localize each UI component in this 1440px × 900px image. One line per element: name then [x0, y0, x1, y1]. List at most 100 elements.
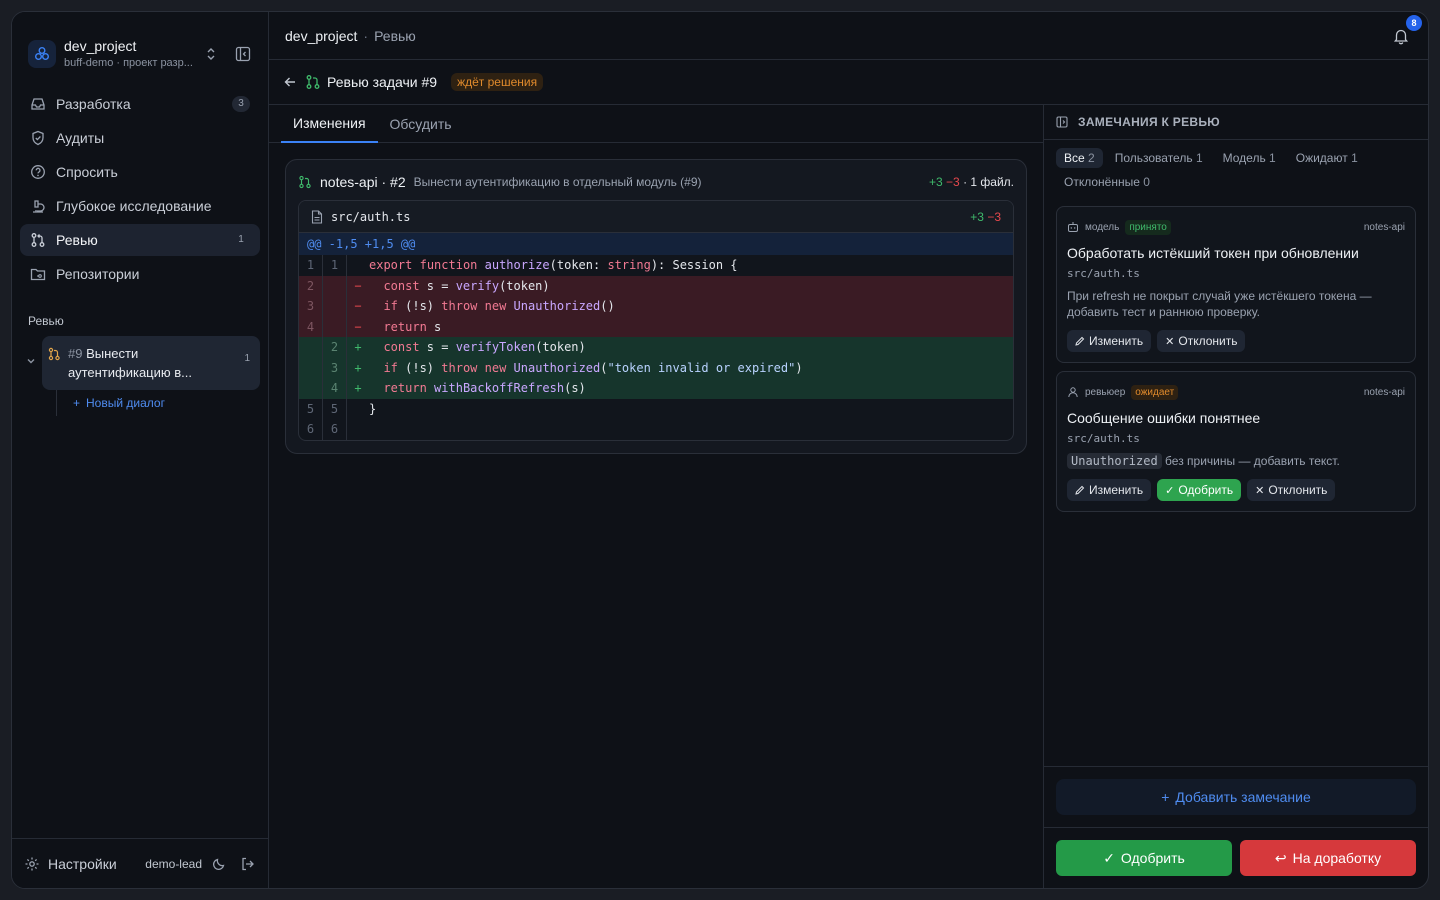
diff-file-header[interactable]: src/auth.ts +3 −3 [299, 201, 1013, 233]
diff-line: 4− return s [299, 316, 1013, 337]
filter-user[interactable]: Пользователь 1 [1107, 148, 1211, 168]
bell-icon[interactable]: 8 [1390, 14, 1422, 47]
nav-label: Глубокое исследование [56, 198, 212, 214]
project-switcher[interactable]: dev_project buff-demo · проект разр... [12, 12, 268, 82]
comment-file[interactable]: src/auth.ts [1067, 267, 1405, 280]
edit-button[interactable]: Изменить [1067, 479, 1152, 501]
nav-item-repositories[interactable]: Репозитории [20, 258, 260, 290]
main-area: dev_project · Ревью 8 Ревью задачи #9 жд… [269, 12, 1428, 888]
plus-icon: + [1161, 789, 1170, 805]
settings-link[interactable]: Настройки [48, 856, 117, 872]
add-comment-button[interactable]: + Добавить замечание [1056, 779, 1416, 815]
sidebar-footer: Настройки demo-lead [12, 838, 268, 888]
diff-line: 2 + const s = verifyToken(token) [299, 337, 1013, 358]
pencil-icon [1075, 336, 1085, 346]
nav-item-development[interactable]: Разработка 3 [20, 88, 260, 120]
breadcrumb-project[interactable]: dev_project [285, 28, 357, 44]
review-decision-bar: ✓ Одобрить ↩ На доработку [1044, 827, 1428, 888]
close-icon: ✕ [1165, 335, 1175, 348]
comments-list: модель принято notes-api Обработать истё… [1044, 198, 1428, 766]
reject-button[interactable]: ✕ Отклонить [1247, 479, 1336, 501]
pr-repo[interactable]: notes-api · #2 [320, 174, 406, 190]
git-pull-request-icon [298, 175, 312, 189]
nav-label: Спросить [56, 164, 118, 180]
review-comments-panel: ЗАМЕЧАНИЯ К РЕВЬЮ Все 2 Пользователь 1 М… [1044, 105, 1428, 888]
approve-review-button[interactable]: ✓ Одобрить [1056, 840, 1232, 876]
folder-git-icon [30, 266, 46, 282]
microscope-icon [30, 198, 46, 214]
nav-item-review[interactable]: Ревью 1 [20, 224, 260, 256]
diff-line: 4 + return withBackoffRefresh(s) [299, 378, 1013, 399]
comment-status-badge: принято [1125, 219, 1171, 235]
comment-repo: notes-api [1363, 221, 1405, 233]
top-bar: dev_project · Ревью 8 [269, 12, 1428, 60]
nav-label: Репозитории [56, 266, 140, 282]
comment-title: Сообщение ошибки понятнее [1067, 410, 1261, 426]
git-pull-request-icon [305, 74, 321, 90]
comment-author: ревьюер [1085, 386, 1126, 398]
comment-body: Unauthorized без причины — добавить текс… [1067, 453, 1405, 469]
pencil-icon [1075, 485, 1085, 495]
comment-filters: Все 2 Пользователь 1 Модель 1 Ожидают 1 … [1044, 140, 1428, 198]
review-titlebar: Ревью задачи #9 ждёт решения [269, 60, 1428, 105]
gear-icon[interactable] [24, 856, 40, 872]
breadcrumb-page: Ревью [374, 27, 416, 44]
notification-badge: 8 [1406, 14, 1422, 31]
request-rework-button[interactable]: ↩ На доработку [1240, 840, 1416, 876]
review-count: 1 [244, 353, 250, 364]
diff-hunk-header: @@ -1,5 +1,5 @@ [299, 233, 1013, 255]
reply-arrow-icon: ↩ [1274, 849, 1287, 866]
user-icon [1067, 386, 1079, 398]
diff-line: 3− if (!s) throw new Unauthorized() [299, 296, 1013, 317]
filter-model[interactable]: Модель 1 [1215, 148, 1284, 168]
comment-status-badge: ожидает [1131, 384, 1179, 400]
check-icon: ✓ [1165, 484, 1175, 497]
sidebar: dev_project buff-demo · проект разр... Р… [12, 12, 269, 888]
diff-line: 2− const s = verify(token) [299, 275, 1013, 296]
new-dialog-link[interactable]: + Новый диалог [56, 390, 260, 416]
shield-icon [30, 130, 46, 146]
nav-item-ask[interactable]: Спросить [20, 156, 260, 188]
review-tree-item[interactable]: #9 Вынести аутентификацию в... 1 [42, 336, 260, 390]
app-window: dev_project buff-demo · проект разр... Р… [11, 11, 1429, 889]
comment-body: При refresh не покрыт случай уже истёкше… [1067, 289, 1372, 319]
nav-label: Ревью [56, 232, 98, 248]
breadcrumb-separator: · [363, 27, 369, 44]
logout-icon[interactable] [240, 856, 256, 872]
panel-title: ЗАМЕЧАНИЯ К РЕВЬЮ [1078, 115, 1220, 129]
main-nav: Разработка 3 Аудиты Спросить Глубокое ис… [12, 82, 268, 292]
diff-line: 3 + if (!s) throw new Unauthorized("token… [299, 357, 1013, 378]
tab-changes[interactable]: Изменения [281, 105, 378, 143]
pr-description: Вынести аутентификацию в отдельный модул… [413, 175, 702, 189]
nav-label: Аудиты [56, 130, 105, 146]
reject-button[interactable]: ✕ Отклонить [1157, 330, 1246, 352]
comment-file[interactable]: src/auth.ts [1067, 432, 1405, 445]
user-name: demo-lead [145, 856, 202, 871]
tab-discuss[interactable]: Обсудить [378, 105, 464, 143]
filter-pending[interactable]: Ожидают 1 [1288, 148, 1366, 168]
diff-line: 66 [299, 419, 1013, 440]
chevron-down-icon[interactable] [20, 336, 42, 366]
close-icon: ✕ [1255, 484, 1265, 497]
question-icon [30, 164, 46, 180]
git-pull-request-icon [30, 232, 46, 248]
nav-item-deep-research[interactable]: Глубокое исследование [20, 190, 260, 222]
collapse-sidebar-icon[interactable] [232, 43, 254, 65]
moon-icon[interactable] [212, 857, 226, 871]
panel-toggle-icon[interactable] [1056, 116, 1068, 128]
project-name: dev_project [64, 38, 137, 54]
comment-title: Обработать истёкший токен при обновлении [1067, 245, 1359, 261]
tab-bar: Изменения Обсудить [269, 105, 1043, 143]
nav-item-audits[interactable]: Аудиты [20, 122, 260, 154]
back-arrow-icon[interactable] [283, 75, 297, 89]
chevrons-up-down-icon[interactable] [200, 43, 222, 65]
review-number: #9 [68, 346, 83, 361]
review-title: Ревью задачи #9 [327, 74, 438, 90]
filter-rejected[interactable]: Отклонённые 0 [1056, 172, 1158, 192]
filter-all[interactable]: Все 2 [1056, 148, 1103, 168]
approve-comment-button[interactable]: ✓ Одобрить [1157, 479, 1242, 501]
sidebar-section-title: Ревью [28, 314, 64, 328]
changes-pane: Изменения Обсудить notes-api · #2 Вынест… [269, 105, 1044, 888]
edit-button[interactable]: Изменить [1067, 330, 1152, 352]
file-path: src/auth.ts [331, 209, 411, 224]
